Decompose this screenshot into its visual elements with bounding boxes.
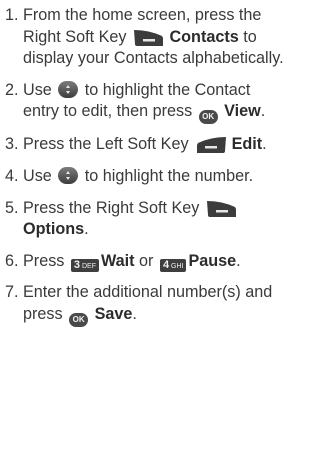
step-number: 1. — [5, 6, 19, 24]
step-text: . — [132, 304, 137, 323]
step-number: 7. — [5, 283, 19, 302]
edit-label: Edit — [231, 135, 263, 154]
ok-key-icon: OK — [198, 110, 218, 125]
step-2: 2. Use to highlight the Contact entry to… — [0, 80, 285, 125]
step-text: . — [262, 135, 267, 154]
step-5: 5. Press the Right Soft Key Options. — [0, 198, 285, 241]
directional-key-icon — [58, 166, 79, 184]
step-4: 4. Use to highlight the number. — [0, 166, 285, 188]
directional-key-icon — [58, 80, 79, 98]
step-text: to highlight the number. — [80, 166, 254, 185]
step-number: 3. — [5, 135, 19, 154]
step-text: Press — [23, 251, 69, 270]
right-soft-key-icon — [206, 200, 236, 217]
step-text: or — [134, 251, 158, 270]
wait-label: Wait — [100, 251, 135, 270]
step-number: 2. — [5, 80, 19, 99]
step-3: 3. Press the Left Soft Key Edit. — [0, 134, 285, 156]
left-soft-key-icon — [197, 137, 227, 154]
step-text: Press the Right Soft Key — [23, 198, 204, 217]
ok-key-icon: OK — [69, 312, 89, 327]
step-number: 4. — [5, 166, 19, 185]
steps-list: 1. From the home screen, press the Right… — [0, 0, 285, 327]
step-number: 5. — [5, 198, 19, 217]
key-3-def-icon: 3 DEF — [70, 258, 99, 272]
view-label: View — [224, 102, 261, 121]
step-text: . — [84, 220, 89, 239]
instruction-page: 1. From the home screen, press the Right… — [0, 0, 285, 452]
step-text: Use — [23, 166, 57, 185]
key-4-ghi-icon: 4 GHI — [159, 258, 187, 272]
step-7: 7. Enter the additional number(s) and pr… — [0, 282, 285, 327]
step-text: . — [260, 102, 266, 121]
step-text: Enter the additional number(s) and press — [23, 283, 273, 323]
step-text: Use — [23, 80, 57, 99]
options-label: Options — [23, 220, 85, 239]
contacts-label: Contacts — [169, 27, 239, 46]
pause-label: Pause — [188, 251, 237, 270]
save-label: Save — [94, 304, 133, 323]
step-number: 6. — [5, 251, 19, 270]
right-soft-key-icon — [133, 29, 163, 46]
step-1: 1. From the home screen, press the Right… — [0, 5, 285, 70]
step-text: Press the Left Soft Key — [23, 135, 194, 154]
step-6: 6. Press 3 DEF Wait or 4 GHI Pause. — [0, 251, 285, 273]
step-text: . — [236, 251, 241, 270]
